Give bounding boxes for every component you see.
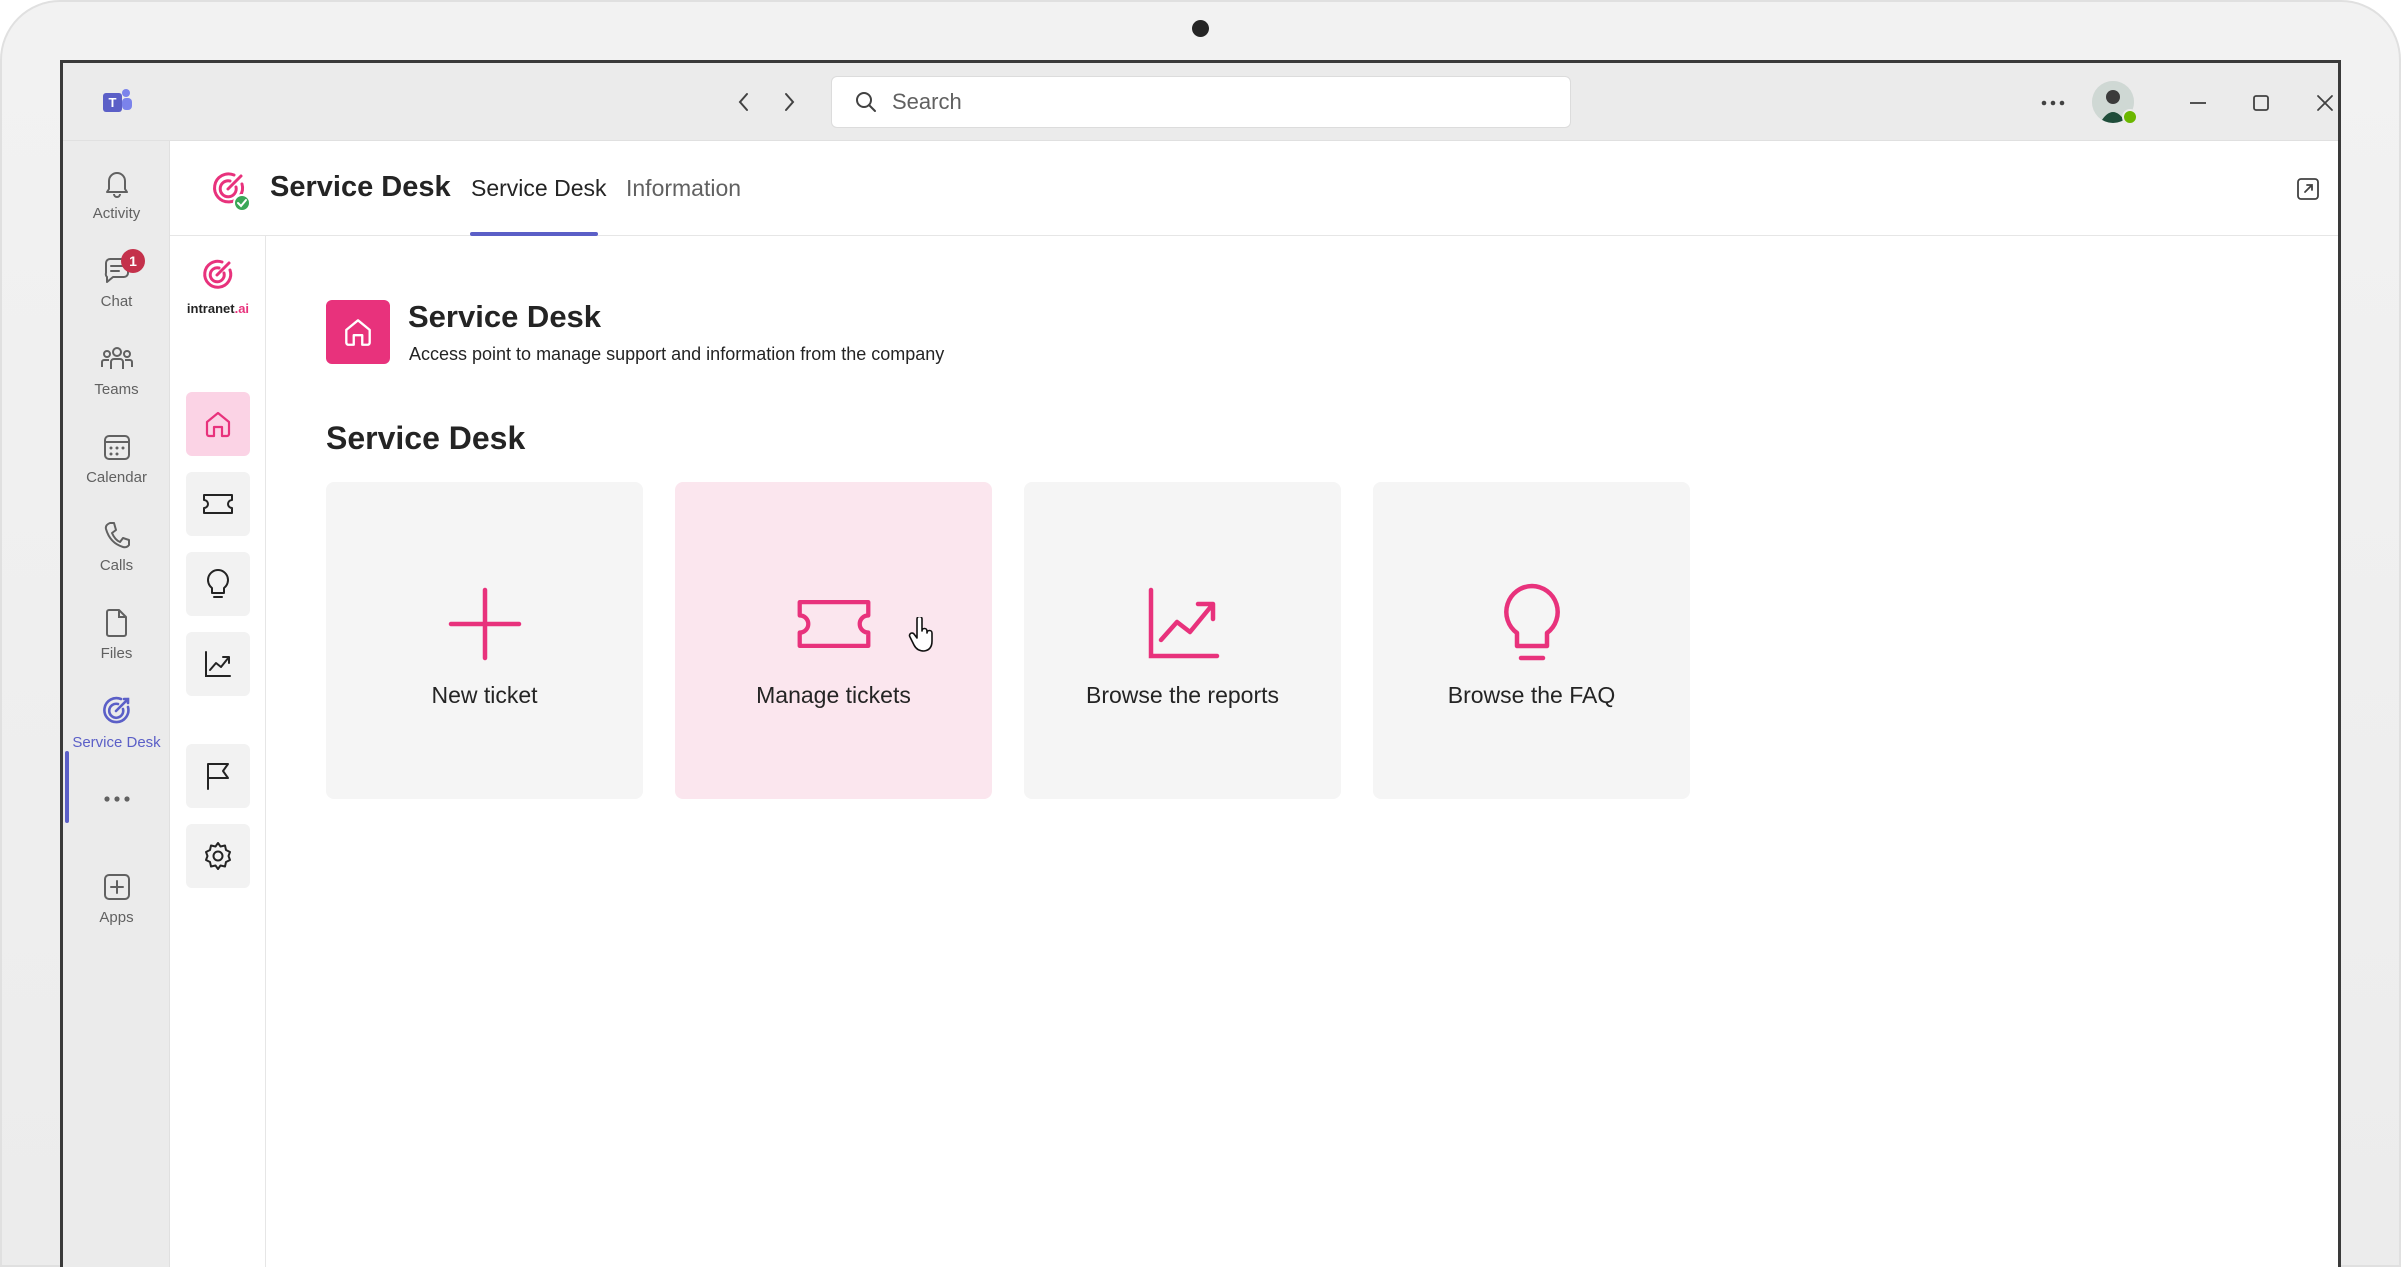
- section-title: Service Desk: [326, 420, 526, 456]
- app-sidebar: intranet.ai: [170, 236, 266, 1267]
- rail-label: Calendar: [86, 468, 147, 486]
- sidebar-reports-button[interactable]: [186, 632, 250, 696]
- rail-item-calendar[interactable]: Calendar: [63, 417, 170, 499]
- brand-name: intranet: [186, 301, 235, 316]
- teams-window: T Search Activity 1 Chat Teams Calendar …: [60, 60, 2341, 1267]
- maximize-icon[interactable]: [2241, 83, 2281, 123]
- rail-item-chat[interactable]: 1 Chat: [63, 241, 170, 323]
- more-options-icon[interactable]: [2033, 83, 2073, 123]
- lightbulb-icon: [1492, 583, 1572, 664]
- rail-label: Activity: [92, 204, 141, 222]
- rail-label: Calls: [99, 556, 134, 574]
- intranet-logo-icon: [203, 259, 233, 289]
- sidebar-tickets-button[interactable]: [186, 472, 250, 536]
- search-icon: [856, 92, 876, 112]
- rail-item-activity[interactable]: Activity: [63, 153, 170, 235]
- file-icon: [105, 608, 127, 637]
- rail-item-calls[interactable]: Calls: [63, 505, 170, 587]
- phone-icon: [104, 521, 130, 548]
- rail-label: Apps: [99, 908, 134, 926]
- app-title: Service Desk: [270, 171, 451, 203]
- app-header: Service Desk Service Desk Information: [170, 141, 2338, 236]
- tab-service-desk[interactable]: Service Desk: [471, 175, 606, 202]
- rail-label: Files: [100, 644, 133, 662]
- forward-arrow-icon[interactable]: [774, 87, 804, 117]
- teams-icon: [100, 346, 133, 369]
- chart-trend-icon: [205, 651, 231, 677]
- brand-logo[interactable]: intranet.ai: [186, 258, 250, 316]
- svg-text:T: T: [109, 95, 117, 110]
- sidebar-flag-button[interactable]: [186, 744, 250, 808]
- sidebar-settings-button[interactable]: [186, 824, 250, 888]
- app-rail: Activity 1 Chat Teams Calendar Calls Fil…: [63, 141, 170, 1267]
- gear-icon: [205, 842, 231, 870]
- search-box[interactable]: [831, 76, 1571, 128]
- manage-tickets-card[interactable]: Manage tickets: [675, 482, 992, 799]
- sidebar-home-button[interactable]: [186, 392, 250, 456]
- camera: [1192, 20, 1209, 37]
- card-label: Browse the FAQ: [1447, 682, 1616, 708]
- rail-item-files[interactable]: Files: [63, 593, 170, 675]
- bell-icon: [105, 171, 128, 198]
- browse-faq-card[interactable]: Browse the FAQ: [1373, 482, 1690, 799]
- ticket-icon: [203, 494, 233, 514]
- service-desk-icon: [102, 696, 130, 723]
- app-logo-icon: [213, 172, 251, 212]
- plus-icon: [445, 584, 525, 664]
- presence-indicator: [2122, 109, 2138, 125]
- back-arrow-icon[interactable]: [729, 87, 759, 117]
- rail-label: Service Desk: [72, 733, 161, 751]
- page-home-icon: [326, 300, 390, 364]
- chat-badge: 1: [121, 249, 145, 273]
- brand-suffix: .ai: [234, 301, 250, 316]
- teams-logo-icon[interactable]: T: [101, 85, 135, 119]
- home-icon: [205, 411, 231, 438]
- card-label: Manage tickets: [756, 682, 911, 708]
- minimize-icon[interactable]: [2178, 83, 2218, 123]
- sidebar-faq-button[interactable]: [186, 552, 250, 616]
- new-ticket-card[interactable]: New ticket: [326, 482, 643, 799]
- page-title: Service Desk: [408, 299, 602, 334]
- main-content: Service Desk Access point to manage supp…: [267, 236, 2338, 1267]
- rail-item-teams[interactable]: Teams: [63, 329, 170, 411]
- flag-icon: [207, 763, 229, 790]
- avatar[interactable]: [2092, 81, 2138, 125]
- card-label: New ticket: [431, 682, 538, 708]
- page-subtitle: Access point to manage support and infor…: [409, 344, 945, 364]
- rail-label: Chat: [100, 292, 133, 310]
- search-input[interactable]: [892, 89, 1532, 115]
- title-bar: T: [63, 63, 2338, 141]
- rail-more-icon[interactable]: [63, 769, 170, 829]
- ticket-icon: [794, 584, 874, 664]
- hand-cursor-icon: [908, 617, 933, 652]
- lightbulb-icon: [207, 569, 229, 598]
- chart-trend-icon: [1143, 584, 1223, 664]
- browse-reports-card[interactable]: Browse the reports: [1024, 482, 1341, 799]
- rail-label: Teams: [94, 380, 139, 398]
- plus-square-icon: [103, 873, 130, 900]
- tab-information[interactable]: Information: [626, 175, 741, 202]
- rail-item-service-desk[interactable]: Service Desk: [63, 681, 170, 763]
- pop-out-icon[interactable]: [2288, 169, 2328, 209]
- card-label: Browse the reports: [1085, 682, 1280, 708]
- calendar-icon: [103, 434, 130, 460]
- rail-item-apps[interactable]: Apps: [63, 857, 170, 939]
- close-icon[interactable]: [2305, 83, 2338, 123]
- header-more-icon[interactable]: [2338, 169, 2341, 209]
